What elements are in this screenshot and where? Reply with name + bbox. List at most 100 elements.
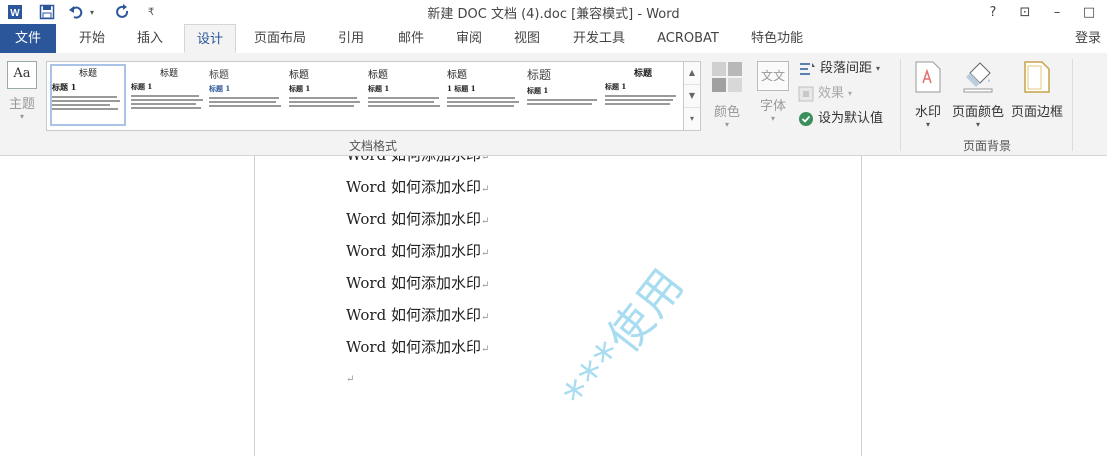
chevron-down-icon: ▾ [724,120,729,129]
sign-in-link[interactable]: 登录 [1075,24,1101,53]
colors-button[interactable]: 颜色 ▾ [708,61,746,129]
style-set-title: 标题 [368,70,388,81]
tab-review[interactable]: 审阅 [444,24,494,53]
paragraph-mark-icon: ↵ [480,344,490,355]
chevron-down-icon: ▾ [925,120,930,129]
page-borders-button[interactable]: 页面边框 [1008,61,1066,120]
minimize-button[interactable]: – [1042,2,1072,22]
tab-special-features[interactable]: 特色功能 [740,24,814,53]
style-set-item[interactable]: 标题 标题 1 [131,66,207,124]
scroll-up-icon[interactable]: ▲ [684,62,700,85]
style-set-gallery[interactable]: 标题 标题 1 标题 标题 1 标题 标题 1 标题 标题 1 标题 标题 1 … [46,61,684,131]
style-set-heading: 标题 1 [527,86,549,95]
fonts-button[interactable]: 文文 字体 ▾ [754,61,792,123]
paragraph-mark-icon: ↵ [480,216,490,227]
themes-icon: Aa [7,61,37,89]
fonts-icon: 文文 [757,61,789,91]
ribbon-display-options-button[interactable]: ⊡ [1010,2,1040,22]
paragraph-mark-icon: ↵ [480,184,490,195]
line-text: Word 如何添加水印 [346,156,481,164]
maximize-button[interactable]: □ [1074,2,1104,22]
style-set-heading: 1 标题 1 [447,84,476,93]
fonts-label: 字体 [759,99,786,114]
tab-view[interactable]: 视图 [502,24,552,53]
style-set-item[interactable]: 标题 1 标题 1 [447,66,523,124]
line-text: Word 如何添加水印 [346,210,481,228]
help-button[interactable]: ? [978,2,1008,22]
style-set-item[interactable]: 标题 标题 1 [605,66,681,124]
ribbon-tabs: 文件 开始 插入 设计 页面布局 引用 邮件 审阅 视图 开发工具 ACROBA… [0,24,1107,54]
group-divider [1072,59,1073,151]
gallery-scrollbar[interactable]: ▲ ▼ ▾ [683,61,701,131]
style-set-item[interactable]: 标题 标题 1 [527,66,603,124]
document-line[interactable]: Word 如何添加水印↵ [346,272,489,293]
style-set-title: 标题 [289,70,309,81]
document-area[interactable]: Word 如何添加水印↵ Word 如何添加水印↵ Word 如何添加水印↵ W… [0,156,1107,456]
gallery-more-icon[interactable]: ▾ [684,108,700,130]
document-line[interactable]: Word 如何添加水印↵ [346,208,489,229]
effects-button[interactable]: 效果 ▾ [798,84,852,104]
page-color-button[interactable]: 页面颜色 ▾ [950,61,1006,129]
scroll-down-icon[interactable]: ▼ [684,85,700,108]
chevron-down-icon: ▾ [876,64,881,73]
line-text: Word 如何添加水印 [346,178,481,196]
checkmark-icon [799,112,813,126]
window-title: 新建 DOC 文档 (4).doc [兼容模式] - Word [427,7,680,22]
paragraph-spacing-button[interactable]: 段落间距 ▾ [798,59,880,79]
line-text: Word 如何添加水印 [346,306,481,324]
title-bar: W ▾ ₹ 新建 DOC 文档 (4).doc [兼容模式] - Word ? … [0,0,1107,24]
style-set-heading: 标题 1 [289,84,311,93]
document-page[interactable]: Word 如何添加水印↵ Word 如何添加水印↵ Word 如何添加水印↵ W… [254,156,862,456]
tab-acrobat[interactable]: ACROBAT [648,24,728,53]
style-set-item[interactable]: 标题 标题 1 [289,66,365,124]
style-set-item[interactable]: 标题 标题 1 [50,64,126,126]
paragraph-mark-icon: ↵ [480,280,490,291]
tab-references[interactable]: 引用 [326,24,376,53]
style-set-title: 标题 [633,69,652,79]
document-line[interactable]: Word 如何添加水印↵ [346,336,489,357]
style-set-title: 标题 [209,70,229,81]
themes-label: 主题 [8,97,35,112]
colors-label: 颜色 [713,105,740,120]
document-line[interactable]: Word 如何添加水印↵ [346,156,489,165]
style-set-title: 标题 [527,68,552,82]
style-set-heading: 标题 1 [605,82,627,91]
watermark-label: 水印 [914,105,941,120]
document-line[interactable]: Word 如何添加水印↵ [346,240,489,261]
tab-developer[interactable]: 开发工具 [562,24,636,53]
tab-insert[interactable]: 插入 [124,24,176,53]
style-set-heading: 标题 1 [131,82,153,91]
page-borders-label: 页面边框 [1010,105,1063,120]
document-line[interactable]: Word 如何添加水印↵ [346,304,489,325]
paragraph-spacing-icon [800,63,815,75]
paragraph-mark-icon: ↵ [480,156,490,163]
style-set-item[interactable]: 标题 标题 1 [368,66,444,124]
style-set-title: 标题 [447,70,467,81]
style-set-item[interactable]: 标题 标题 1 [209,66,285,124]
paragraph-mark-icon: ↵ [346,374,355,385]
line-text: Word 如何添加水印 [346,338,481,356]
style-set-heading: 标题 1 [368,84,390,93]
effects-label: 效果 [818,86,845,101]
paragraph-mark-icon: ↵ [480,248,490,259]
page-color-label: 页面颜色 [951,105,1004,120]
set-as-default-label: 设为默认值 [818,111,884,126]
document-formatting-group-label: 文档格式 [348,139,397,153]
empty-paragraph[interactable]: ↵ [346,368,354,386]
style-set-heading: 标题 1 [52,82,77,92]
themes-button[interactable]: Aa 主题 ▾ [4,61,40,131]
tab-home[interactable]: 开始 [66,24,118,53]
tab-design[interactable]: 设计 [184,24,236,53]
tab-page-layout[interactable]: 页面布局 [244,24,316,53]
set-as-default-button[interactable]: 设为默认值 [798,109,883,129]
tab-file[interactable]: 文件 [0,24,56,53]
paragraph-spacing-label: 段落间距 [820,61,873,76]
paragraph-mark-icon: ↵ [480,312,490,323]
watermark-button[interactable]: 水印 ▾ [908,61,948,129]
watermark-icon [915,61,941,93]
document-line[interactable]: Word 如何添加水印↵ [346,176,489,197]
tab-mailings[interactable]: 邮件 [386,24,436,53]
page-background-group-label: 页面背景 [962,139,1011,153]
chevron-down-icon: ▾ [19,112,24,121]
style-set-heading: 标题 1 [209,84,231,93]
